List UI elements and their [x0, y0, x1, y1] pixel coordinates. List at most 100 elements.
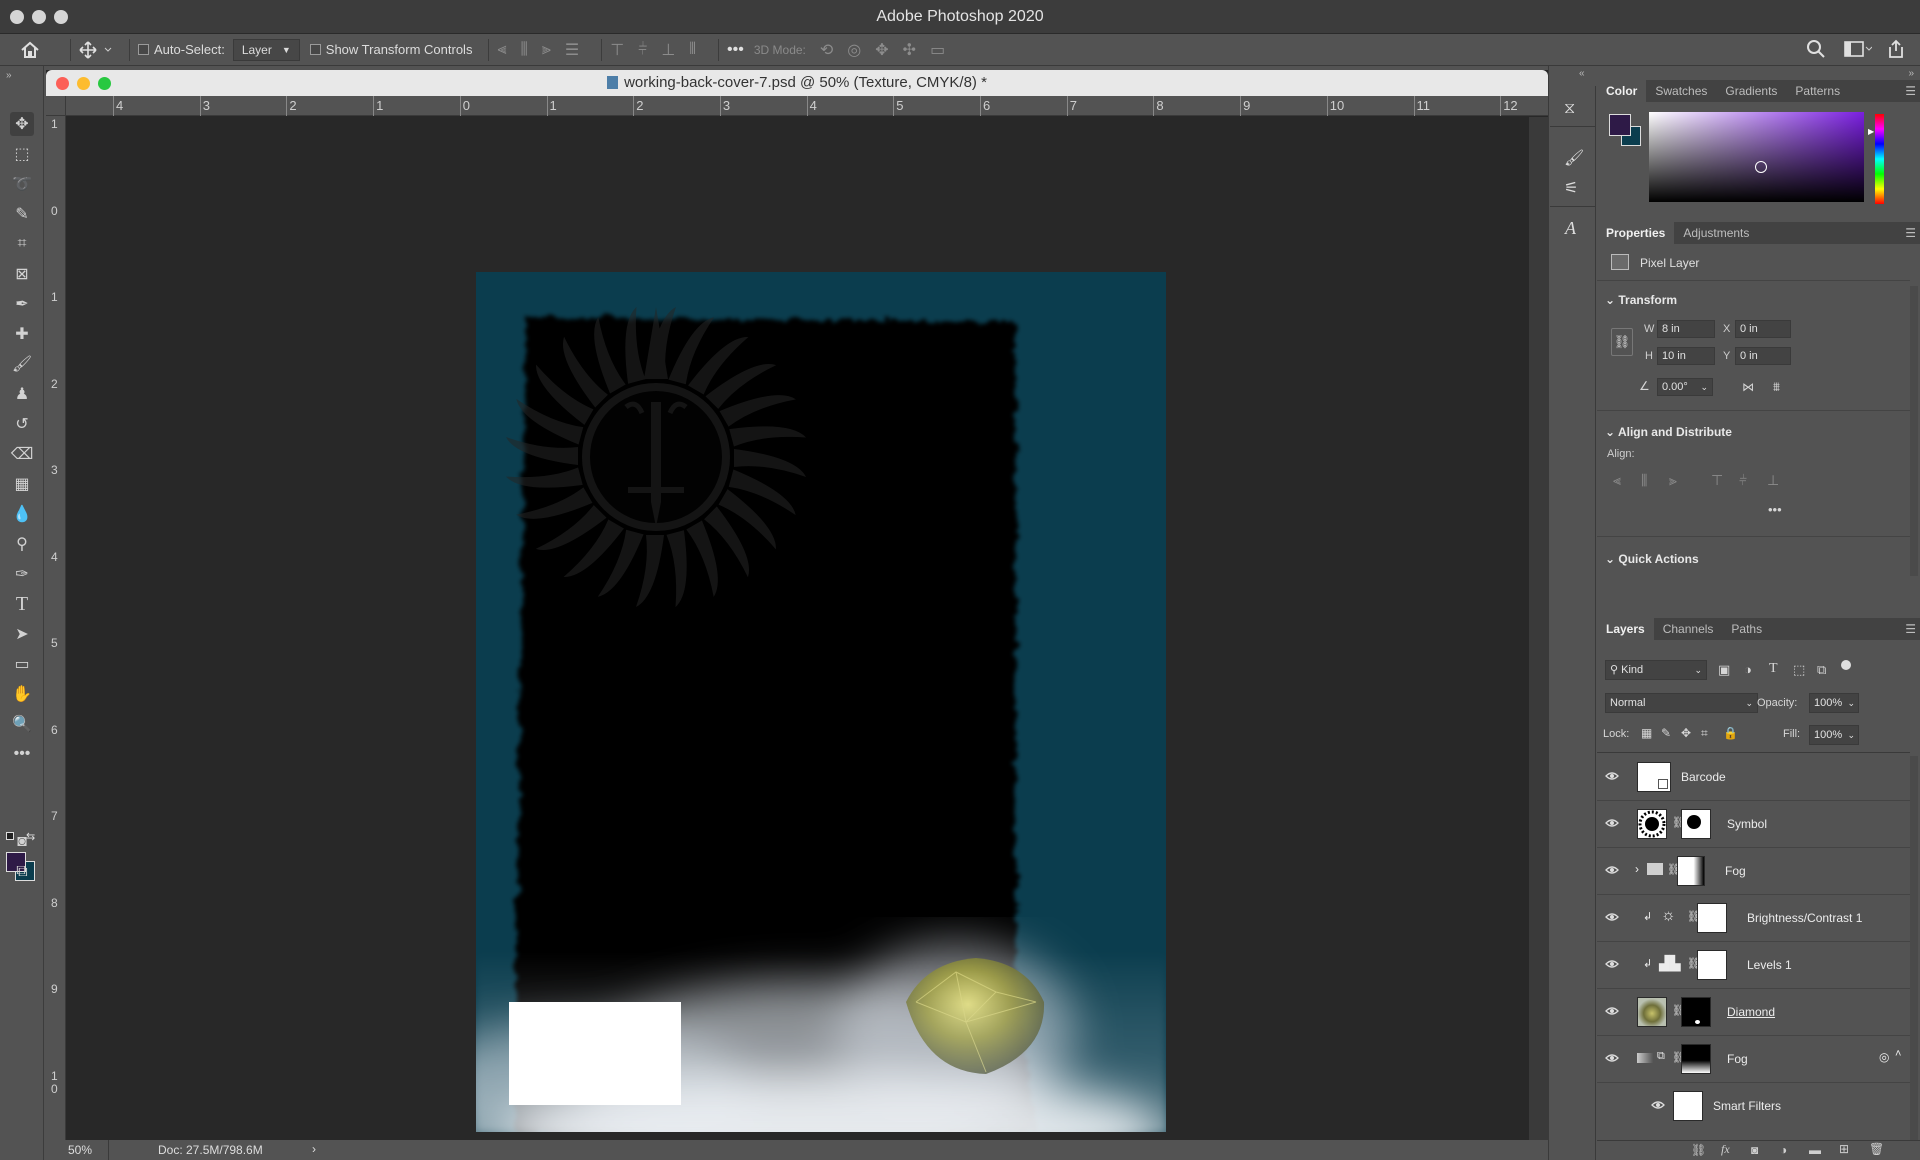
eye-icon[interactable]: [1605, 816, 1619, 830]
lock-all-icon[interactable]: 🔒: [1723, 726, 1738, 740]
3d-roll-icon[interactable]: ◎: [847, 40, 861, 60]
layer-row-fog[interactable]: ⧉ ⛓ Fog ◎ ˄: [1597, 1036, 1910, 1083]
align-middle-v-icon[interactable]: ⫩: [638, 41, 647, 59]
workspace-icon[interactable]: [1844, 39, 1872, 59]
layer-row-symbol[interactable]: ⛓ Symbol: [1597, 801, 1910, 848]
lock-artboard-icon[interactable]: ⌗: [1701, 726, 1708, 741]
distribute-v-icon[interactable]: ☰: [565, 40, 579, 60]
fog-group-mask-thumbnail[interactable]: [1677, 856, 1705, 886]
blend-mode-dropdown[interactable]: Normal ⌄: [1605, 693, 1758, 713]
y-field[interactable]: 0 in: [1735, 347, 1791, 365]
tab-properties[interactable]: Properties: [1597, 222, 1675, 244]
eye-icon[interactable]: [1605, 957, 1619, 971]
3d-slide-icon[interactable]: ✣: [903, 40, 916, 60]
lock-position-icon[interactable]: ✥: [1681, 726, 1691, 740]
dodge-tool-icon[interactable]: ⚲: [10, 532, 34, 556]
props-align-bottom-icon[interactable]: ⊥: [1767, 472, 1779, 489]
history-panel-icon[interactable]: ⧖: [1564, 100, 1575, 118]
tab-adjustments[interactable]: Adjustments: [1674, 222, 1758, 244]
color-picker-handle[interactable]: [1755, 161, 1767, 173]
layer-row-levels[interactable]: ↲ ▟▙ ⛓ Levels 1: [1597, 942, 1910, 989]
auto-select-checkbox[interactable]: Auto-Select:: [138, 42, 225, 57]
add-mask-icon[interactable]: ◙: [1751, 1143, 1758, 1157]
collapse-icons-icon[interactable]: «: [1579, 68, 1585, 79]
props-align-right-icon[interactable]: ⫸: [1669, 472, 1677, 489]
color-field[interactable]: [1649, 112, 1864, 202]
tab-color[interactable]: Color: [1597, 80, 1647, 102]
pen-tool-icon[interactable]: ✑: [10, 562, 34, 586]
gradient-tool-icon[interactable]: ▦: [10, 472, 34, 496]
eyedropper-tool-icon[interactable]: ✒: [10, 292, 34, 316]
color-panel-menu-icon[interactable]: ☰: [1905, 84, 1916, 98]
eraser-tool-icon[interactable]: ⌫: [10, 442, 34, 466]
tab-paths[interactable]: Paths: [1722, 618, 1771, 640]
height-field[interactable]: 10 in: [1657, 347, 1715, 365]
levels-mask-thumbnail[interactable]: [1697, 950, 1727, 980]
quick-selection-tool-icon[interactable]: ✎: [10, 202, 34, 226]
share-icon[interactable]: [1886, 39, 1906, 59]
align-center-h-icon[interactable]: ⫼: [520, 41, 527, 59]
align-top-icon[interactable]: ⊤: [610, 40, 624, 60]
layers-scrollbar[interactable]: [1910, 756, 1918, 1144]
fg-color-chip[interactable]: [1609, 114, 1631, 136]
horizontal-ruler[interactable]: 4 3 2 1 0 1 2 3 4 5 6 7 8 9 10 11 12: [46, 96, 1548, 116]
tab-layers[interactable]: Layers: [1597, 618, 1654, 640]
clone-stamp-tool-icon[interactable]: ♟: [10, 382, 34, 406]
diamond-mask-thumbnail[interactable]: [1681, 997, 1711, 1027]
eye-icon[interactable]: [1605, 769, 1619, 783]
zoom-level[interactable]: 50%: [68, 1143, 92, 1157]
opacity-field[interactable]: 100% ⌄: [1809, 693, 1859, 713]
filter-shape-icon[interactable]: ⬚: [1793, 662, 1805, 678]
collapse-panels-icon[interactable]: »: [1908, 68, 1914, 79]
new-adjustment-icon[interactable]: ◑: [1780, 1143, 1787, 1157]
filter-type-icon[interactable]: T: [1769, 661, 1778, 677]
tab-patterns[interactable]: Patterns: [1786, 80, 1849, 102]
delete-layer-icon[interactable]: 🗑: [1869, 1142, 1884, 1156]
angle-field[interactable]: 0.00° ⌄: [1657, 378, 1713, 396]
eye-icon[interactable]: [1651, 1098, 1665, 1112]
properties-panel-menu-icon[interactable]: ☰: [1905, 226, 1916, 240]
align-right-icon[interactable]: ⫸: [542, 41, 551, 59]
history-brush-tool-icon[interactable]: ↺: [10, 412, 34, 436]
collapse-toolbar-icon[interactable]: »: [6, 70, 12, 81]
layer-row-brightness-contrast[interactable]: ↲ ☼ ⛓ Brightness/Contrast 1: [1597, 895, 1910, 942]
status-menu-chevron-icon[interactable]: ›: [312, 1142, 316, 1156]
more-align-options-icon[interactable]: •••: [1768, 502, 1782, 517]
width-field[interactable]: 8 in: [1657, 320, 1715, 338]
fog-mask-thumbnail[interactable]: [1681, 1044, 1711, 1074]
marquee-tool-icon[interactable]: ⬚: [10, 142, 34, 166]
chevron-right-icon[interactable]: ›: [1635, 862, 1639, 876]
tab-swatches[interactable]: Swatches: [1646, 80, 1716, 102]
ruler-origin[interactable]: [46, 96, 66, 116]
distribute-h-icon[interactable]: ⫴: [689, 41, 696, 59]
props-align-center-h-icon[interactable]: ⫼: [1641, 472, 1647, 489]
type-tool-icon[interactable]: T: [10, 592, 34, 616]
layer-row-fog-group[interactable]: › ⛓ Fog: [1597, 848, 1910, 895]
layer-style-fx-icon[interactable]: fx: [1721, 1142, 1730, 1157]
props-align-top-icon[interactable]: ⊤: [1711, 472, 1723, 489]
rectangle-tool-icon[interactable]: ▭: [10, 652, 34, 676]
hand-tool-icon[interactable]: ✋: [10, 682, 34, 706]
filter-toggle-icon[interactable]: [1841, 660, 1851, 670]
props-align-left-icon[interactable]: ⫷: [1613, 472, 1621, 489]
more-options-icon[interactable]: •••: [727, 41, 744, 59]
frame-tool-icon[interactable]: ⊠: [10, 262, 34, 286]
brush-settings-icon[interactable]: 🖌: [1564, 148, 1584, 168]
quick-mask-icon[interactable]: ◙: [10, 830, 34, 854]
eye-icon[interactable]: [1605, 863, 1619, 877]
vertical-ruler[interactable]: 101234567891 0: [46, 116, 66, 1140]
smart-filters-mask-thumbnail[interactable]: [1673, 1091, 1703, 1121]
healing-brush-tool-icon[interactable]: ✚: [10, 322, 34, 346]
home-icon[interactable]: [20, 41, 40, 59]
move-tool-preset-icon[interactable]: [79, 40, 113, 59]
layer-filter-kind[interactable]: ⚲ Kind ⌄: [1605, 660, 1707, 680]
adjustments-sliders-icon[interactable]: ⚟: [1564, 178, 1578, 198]
crop-tool-icon[interactable]: ⌗: [10, 232, 34, 256]
layer-row-smart-filters[interactable]: Smart Filters: [1597, 1083, 1910, 1130]
smart-filter-visibility-icon[interactable]: ◎: [1879, 1050, 1889, 1064]
link-dimensions-icon[interactable]: ⛓: [1611, 328, 1633, 356]
zoom-tool-icon[interactable]: 🔍: [10, 712, 34, 736]
character-panel-icon[interactable]: A: [1565, 218, 1576, 239]
3d-orbit-icon[interactable]: ⟲: [820, 40, 833, 60]
symbol-mask-thumbnail[interactable]: [1681, 809, 1711, 839]
